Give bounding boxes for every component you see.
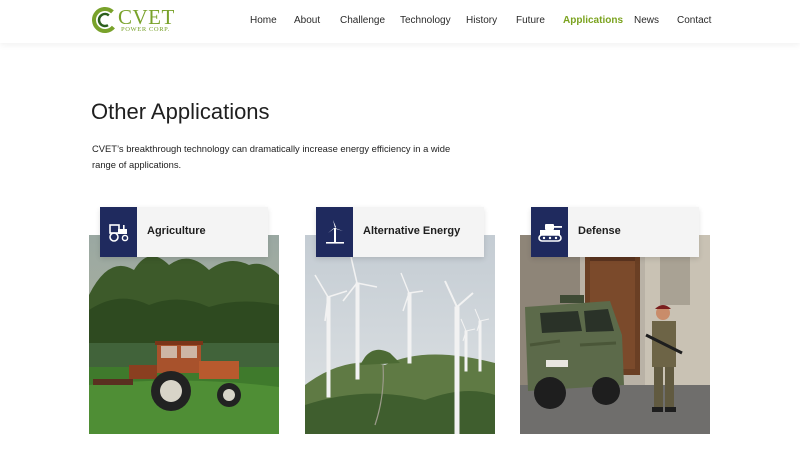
tractor-icon <box>100 207 137 257</box>
intro-text: CVET’s breakthrough technology can drama… <box>92 143 451 170</box>
card-label: Alternative Energy <box>363 225 461 237</box>
card-label: Defense <box>578 225 621 237</box>
card-label-box[interactable]: Defense <box>531 207 699 257</box>
application-card-alternative-energy[interactable]: Alternative Energy <box>305 207 498 435</box>
page-title: Other Applications <box>91 99 270 124</box>
agriculture-photo <box>89 235 279 434</box>
nav-technology[interactable]: Technology <box>400 14 451 28</box>
nav-applications[interactable]: Applications <box>563 14 623 28</box>
nav-home[interactable]: Home <box>250 14 277 28</box>
card-label-box[interactable]: Alternative Energy <box>316 207 484 257</box>
nav-history[interactable]: History <box>466 14 497 28</box>
nav-challenge[interactable]: Challenge <box>340 14 385 28</box>
application-card-agriculture[interactable]: Agriculture <box>89 207 282 435</box>
main-nav: Home About Challenge Technology History … <box>0 14 800 28</box>
nav-news[interactable]: News <box>634 14 659 28</box>
tank-icon <box>531 207 568 257</box>
defense-photo <box>520 235 710 434</box>
nav-about[interactable]: About <box>294 14 320 28</box>
card-label-box[interactable]: Agriculture <box>100 207 268 257</box>
application-card-defense[interactable]: Defense <box>520 207 713 435</box>
alternative-energy-photo <box>305 235 495 434</box>
site-header: CVET POWER CORP. Home About Challenge Te… <box>0 0 800 43</box>
card-label: Agriculture <box>147 225 206 237</box>
nav-future[interactable]: Future <box>516 14 545 28</box>
wind-turbine-icon <box>316 207 353 257</box>
nav-contact[interactable]: Contact <box>677 14 711 28</box>
